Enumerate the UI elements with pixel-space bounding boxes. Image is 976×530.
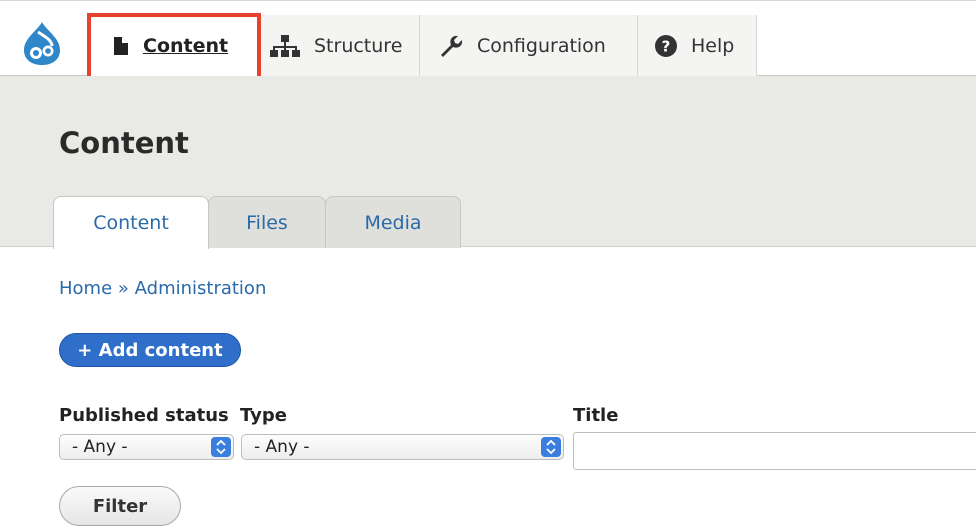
question-circle-icon: ? [655, 34, 677, 57]
select-arrows-icon [211, 437, 231, 457]
admin-toolbar: Content Structure Configuration ? Help [0, 0, 976, 81]
toolbar-item-configuration[interactable]: Configuration [420, 15, 638, 76]
toolbar-item-help[interactable]: ? Help [638, 15, 757, 76]
drupal-drop-icon[interactable] [11, 15, 73, 71]
published-status-select[interactable]: - Any - [59, 434, 234, 460]
select-arrows-icon [541, 437, 561, 457]
type-value: - Any - [254, 437, 310, 457]
breadcrumb-home[interactable]: Home [59, 278, 112, 299]
toolbar-item-structure[interactable]: Structure [259, 15, 420, 76]
toolbar-item-label: Structure [314, 34, 403, 57]
tab-files[interactable]: Files [208, 196, 326, 248]
svg-text:?: ? [662, 37, 671, 55]
toolbar-item-content[interactable]: Content [89, 15, 259, 76]
title-input[interactable] [573, 432, 976, 470]
title-label: Title [573, 405, 619, 426]
sitemap-icon [270, 34, 300, 57]
page-header: Content Content Files Media [0, 76, 976, 249]
filter-button[interactable]: Filter [59, 486, 181, 526]
page-title: Content [59, 126, 189, 160]
tab-media[interactable]: Media [325, 196, 461, 248]
published-status-value: - Any - [72, 437, 128, 457]
breadcrumb-separator: » [117, 278, 129, 299]
file-icon [113, 36, 129, 56]
published-status-label: Published status [59, 405, 229, 426]
toolbar-item-label: Configuration [477, 34, 606, 57]
tab-content[interactable]: Content [53, 196, 209, 249]
toolbar-item-label: Content [143, 34, 229, 57]
toolbar-item-label: Help [691, 34, 735, 57]
type-label: Type [240, 405, 287, 426]
breadcrumb-administration[interactable]: Administration [135, 278, 267, 299]
add-content-button[interactable]: + Add content [59, 333, 241, 367]
type-select[interactable]: - Any - [241, 434, 564, 460]
breadcrumb: Home » Administration [59, 278, 266, 299]
wrench-icon [437, 33, 463, 59]
